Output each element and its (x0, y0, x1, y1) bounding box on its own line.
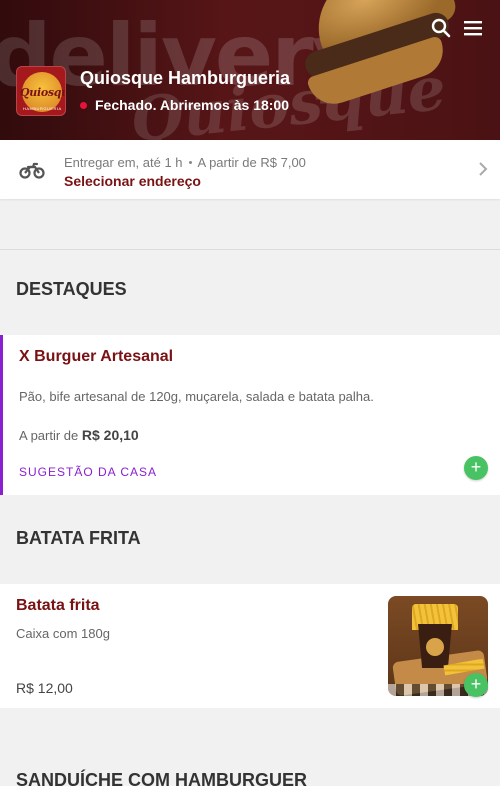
menu-item-card[interactable]: Batata frita Caixa com 180g R$ 12,00 + (0, 584, 500, 708)
delivery-address-selector[interactable]: Entregar em, até 1 h A partir de R$ 7,00… (0, 140, 500, 199)
status-text: Fechado. Abriremos às 18:00 (95, 97, 290, 113)
motorcycle-icon (19, 162, 45, 179)
store-status: Fechado. Abriremos às 18:00 (80, 97, 289, 113)
divider (0, 249, 500, 250)
delivery-time: Entregar em, até 1 h (64, 155, 183, 170)
select-address-link[interactable]: Selecionar endereço (64, 173, 201, 189)
item-description: Caixa com 180g (16, 626, 110, 641)
item-price-row: A partir de R$ 20,10 (19, 427, 139, 443)
search-icon[interactable] (429, 16, 453, 40)
add-item-button[interactable]: + (464, 456, 488, 480)
item-name: X Burguer Artesanal (19, 348, 174, 365)
menu-item-card[interactable]: X Burguer Artesanal Pão, bife artesanal … (0, 335, 500, 495)
item-price: R$ 12,00 (16, 680, 73, 696)
delivery-fee: A partir de R$ 7,00 (197, 155, 306, 170)
status-dot-icon (80, 101, 87, 109)
delivery-info: Entregar em, até 1 h A partir de R$ 7,00 (64, 155, 306, 170)
price-prefix: A partir de (19, 428, 79, 443)
add-item-button[interactable]: + (464, 673, 488, 697)
item-name: Batata frita (16, 597, 100, 614)
chevron-right-icon (479, 162, 488, 176)
house-suggestion-tag: SUGESTÃO DA CASA (19, 465, 158, 479)
store-logo: Quiosque HAMBURGUERIA (16, 66, 66, 116)
section-title-batata-frita: BATATA FRITA (16, 528, 141, 548)
store-header: delivery Quiosque Quiosque HAMBURGUERIA … (0, 0, 500, 140)
item-price: R$ 20,10 (81, 427, 139, 443)
item-description: Pão, bife artesanal de 120g, muçarela, s… (19, 389, 374, 404)
section-title-sanduiche: SANDUÍCHE COM HAMBURGUER (16, 770, 307, 786)
store-name: Quiosque Hamburgueria (80, 68, 291, 88)
menu-icon[interactable] (461, 16, 485, 40)
section-title-destaques: DESTAQUES (16, 279, 127, 299)
